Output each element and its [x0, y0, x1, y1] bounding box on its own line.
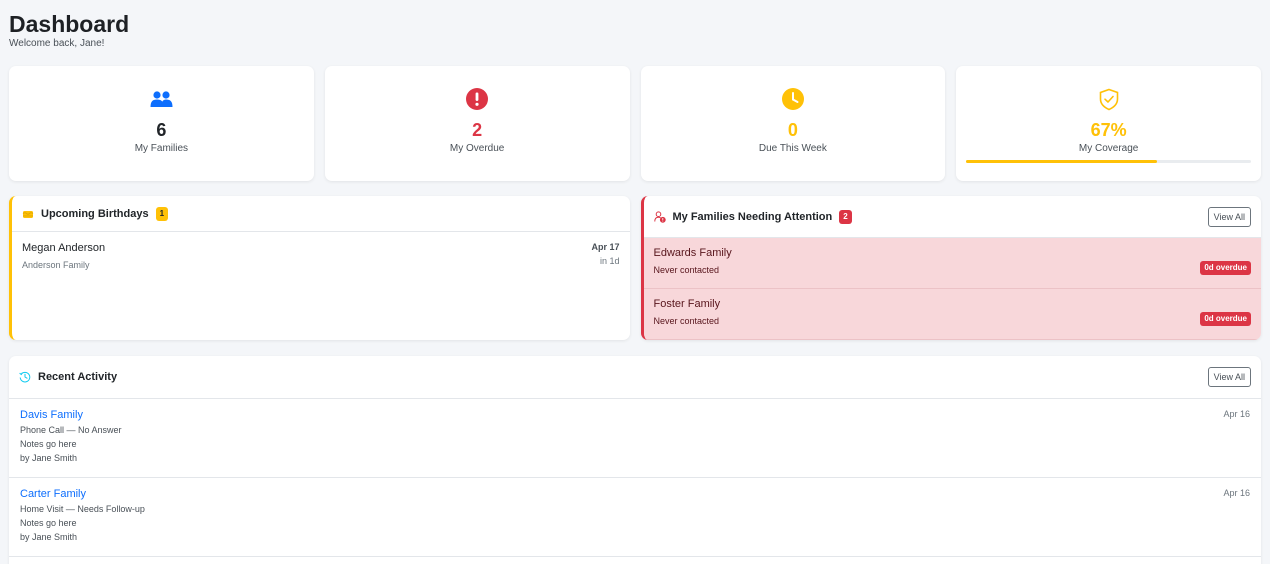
birthday-family-name: Anderson Family — [22, 260, 90, 270]
activity-date: Apr 16 — [1223, 409, 1250, 419]
overdue-badge: 0d overdue — [1200, 311, 1251, 326]
exclamation-circle-icon — [465, 87, 489, 111]
stat-value: 67% — [1090, 120, 1127, 140]
activity-date: Apr 16 — [1223, 488, 1250, 498]
activity-notes: Notes go here — [20, 439, 77, 449]
stat-value: 6 — [156, 120, 167, 140]
attention-panel: My Families Needing Attention 2 View All… — [640, 196, 1261, 340]
activity-author: by Jane Smith — [20, 532, 78, 542]
history-icon — [19, 371, 31, 383]
birthday-date: Apr 17 — [591, 242, 620, 252]
list-item[interactable]: Foster Family Never contacted 0d overdue — [643, 289, 1261, 340]
list-item[interactable]: Davis Family Phone Call — No Answer Note… — [9, 399, 1261, 478]
stat-value: 0 — [787, 120, 798, 140]
page-header: Dashboard Welcome back, Jane! — [9, 10, 129, 49]
stat-label: My Overdue — [449, 143, 505, 154]
stat-card-families[interactable]: 6 My Families — [9, 66, 314, 181]
coverage-progress-fill — [966, 160, 1158, 163]
attention-title: My Families Needing Attention — [672, 210, 833, 223]
attention-family-status: Never contacted — [653, 316, 720, 326]
list-item[interactable]: Megan Anderson Anderson Family Apr 17 in… — [12, 232, 630, 270]
stat-value: 2 — [472, 120, 483, 140]
recent-activity-header: Recent Activity View All — [9, 356, 1261, 399]
activity-author: by Jane Smith — [20, 453, 78, 463]
list-item[interactable]: Edwards Family Never contacted 0d overdu… — [643, 238, 1261, 289]
recent-activity-panel: Recent Activity View All Davis Family Ph… — [9, 356, 1261, 564]
birthday-countdown: in 1d — [599, 256, 620, 266]
recent-activity-title: Recent Activity — [38, 371, 118, 383]
middle-row: Upcoming Birthdays 1 Megan Anderson Ande… — [9, 196, 1261, 340]
birthdays-panel: Upcoming Birthdays 1 Megan Anderson Ande… — [9, 196, 630, 340]
stat-card-coverage[interactable]: 67% My Coverage — [956, 66, 1261, 181]
attention-view-all-button[interactable]: View All — [1207, 206, 1251, 227]
activity-type: Phone Call — No Answer — [20, 425, 122, 435]
overdue-badge: 0d overdue — [1200, 260, 1251, 275]
activity-family-link[interactable]: Davis Family — [20, 409, 122, 421]
attention-family-name: Foster Family — [653, 298, 721, 310]
stat-label: My Families — [134, 143, 189, 154]
shield-check-icon — [1097, 87, 1121, 111]
coverage-progress-bar — [966, 160, 1251, 163]
activity-family-link[interactable]: Carter Family — [20, 488, 145, 500]
stat-label: Due This Week — [758, 143, 827, 154]
stat-card-overdue[interactable]: 2 My Overdue — [324, 66, 630, 181]
people-icon — [149, 87, 173, 111]
stats-row: 6 My Families 2 My Overdue 0 Due This We… — [9, 66, 1261, 181]
list-item[interactable]: Carter Family Home Visit — Needs Follow-… — [9, 478, 1261, 557]
recent-view-all-button[interactable]: View All — [1207, 367, 1251, 387]
clock-icon — [781, 87, 805, 111]
birthdays-count-badge: 1 — [155, 206, 169, 221]
birthdays-header: Upcoming Birthdays 1 — [12, 196, 630, 232]
user-alert-icon — [653, 210, 666, 223]
activity-type: Home Visit — Needs Follow-up — [20, 504, 145, 514]
attention-header: My Families Needing Attention 2 View All — [643, 196, 1261, 238]
birthdays-title: Upcoming Birthdays — [41, 207, 149, 220]
attention-family-name: Edwards Family — [653, 247, 732, 259]
attention-family-status: Never contacted — [653, 265, 720, 275]
page-title: Dashboard — [9, 11, 130, 37]
activity-notes: Notes go here — [20, 518, 77, 528]
birthday-person-name: Megan Anderson — [22, 242, 106, 254]
cake-icon — [22, 208, 34, 219]
welcome-message: Welcome back, Jane! — [9, 38, 105, 49]
attention-count-badge: 2 — [839, 209, 852, 224]
stat-label: My Coverage — [1078, 143, 1139, 154]
stat-card-due-week[interactable]: 0 Due This Week — [640, 66, 946, 181]
